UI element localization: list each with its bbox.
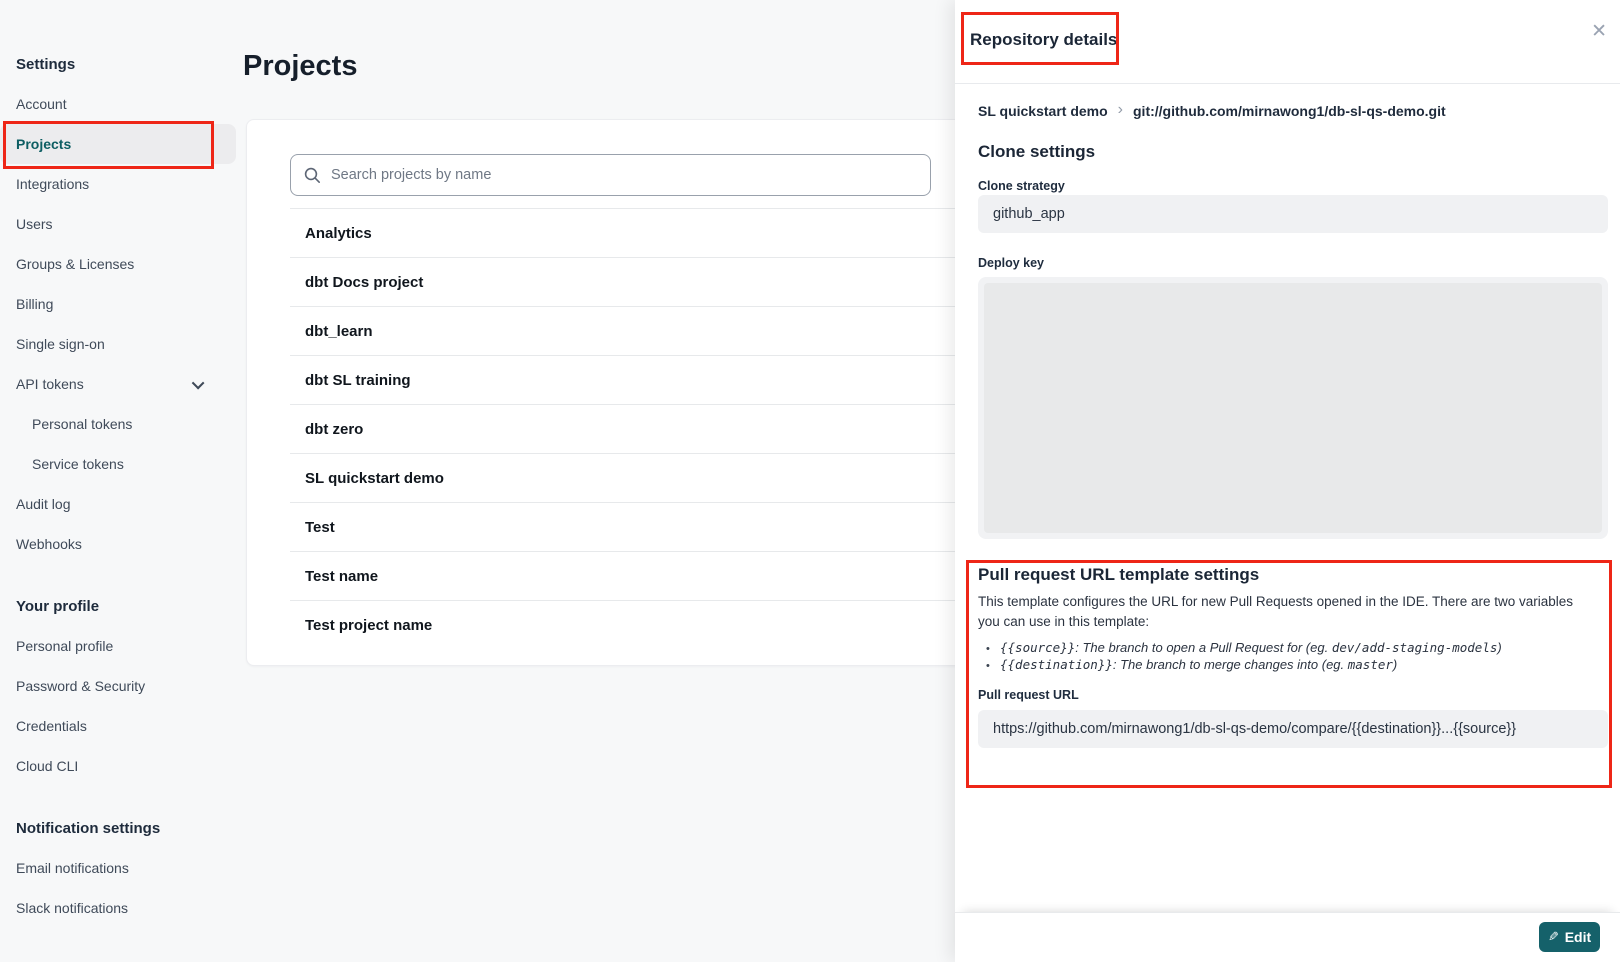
sidebar-item-label: Account xyxy=(16,96,67,112)
project-name: Test name xyxy=(305,568,378,585)
sidebar-item-audit-log[interactable]: Audit log xyxy=(0,484,240,524)
settings-sidebar: SettingsAccountProjectsIntegrationsUsers… xyxy=(0,44,240,928)
sidebar-item-label: Personal profile xyxy=(16,638,113,654)
sidebar-heading: Settings xyxy=(0,44,240,84)
page-title: Projects xyxy=(243,50,357,83)
clone-strategy-label: Clone strategy xyxy=(978,179,1065,193)
project-name: Test xyxy=(305,519,335,536)
pencil-icon: ✎ xyxy=(1548,931,1559,944)
project-name: Test project name xyxy=(305,617,432,634)
deploy-key-label: Deploy key xyxy=(978,256,1044,270)
app-root: Settings Account Projects Integrations Users… xyxy=(0,0,1620,962)
sidebar-item-billing[interactable]: Billing xyxy=(0,284,240,324)
sidebar-item-cloud-cli[interactable]: Cloud CLI xyxy=(0,746,240,786)
clone-strategy-value: github_app xyxy=(993,206,1065,222)
close-icon[interactable]: ✕ xyxy=(1591,22,1607,41)
sidebar-item-label: Users xyxy=(16,216,53,232)
sidebar-item-label: Credentials xyxy=(16,718,87,734)
chevron-right-icon: › xyxy=(1118,102,1123,118)
sidebar-item-integrations[interactable]: Integrations xyxy=(0,164,240,204)
repository-details-panel: Repository details ✕ SL quickstart demo … xyxy=(955,0,1620,962)
search-input[interactable] xyxy=(331,167,930,183)
deploy-key-value-redacted xyxy=(984,283,1602,533)
sidebar-item-webhooks[interactable]: Webhooks xyxy=(0,524,240,564)
annotation-box-repository-details xyxy=(961,12,1119,65)
breadcrumb-repo-url: git://github.com/mirnawong1/db-sl-qs-dem… xyxy=(1133,103,1446,119)
project-name: Analytics xyxy=(305,225,372,242)
sidebar-heading: Your profile xyxy=(0,586,240,626)
project-name: dbt zero xyxy=(305,421,363,438)
sidebar-section: Your profile Personal profile Password & S… xyxy=(0,586,240,786)
project-name: dbt Docs project xyxy=(305,274,423,291)
sidebar-item-personal-profile[interactable]: Personal profile xyxy=(0,626,240,666)
edit-button[interactable]: ✎ Edit xyxy=(1539,922,1600,952)
deploy-key-field[interactable] xyxy=(978,277,1608,539)
sidebar-item-label: Personal tokens xyxy=(32,416,132,432)
search-icon xyxy=(304,167,321,184)
clone-settings-heading: Clone settings xyxy=(978,142,1095,162)
sidebar-item-label: Password & Security xyxy=(16,678,145,694)
project-name: SL quickstart demo xyxy=(305,470,444,487)
project-name: dbt SL training xyxy=(305,372,411,389)
chevron-down-icon xyxy=(192,376,205,389)
sidebar-item-label: Single sign-on xyxy=(16,336,105,352)
annotation-box-pr-template xyxy=(966,560,1612,788)
sidebar-item-label: Cloud CLI xyxy=(16,758,78,774)
search-box[interactable] xyxy=(290,154,931,196)
edit-button-label: Edit xyxy=(1565,929,1591,945)
sidebar-item-label: Integrations xyxy=(16,176,89,192)
sidebar-item-label: Service tokens xyxy=(32,456,124,472)
sidebar-item-label: Groups & Licenses xyxy=(16,256,134,272)
sidebar-item-service-tokens[interactable]: Service tokens xyxy=(0,444,240,484)
sidebar-item-users[interactable]: Users xyxy=(0,204,240,244)
sidebar-item-slack-notifications[interactable]: Slack notifications xyxy=(0,888,240,928)
sidebar-item-groups-licenses[interactable]: Groups & Licenses xyxy=(0,244,240,284)
clone-strategy-field: github_app xyxy=(978,195,1608,233)
sidebar-item-credentials[interactable]: Credentials xyxy=(0,706,240,746)
panel-footer: ✎ Edit xyxy=(955,912,1620,962)
breadcrumb: SL quickstart demo › git://github.com/mi… xyxy=(978,103,1446,119)
breadcrumb-project: SL quickstart demo xyxy=(978,103,1108,119)
sidebar-item-label: Email notifications xyxy=(16,860,129,876)
sidebar-item-label: Audit log xyxy=(16,496,70,512)
sidebar-item-account[interactable]: Account xyxy=(0,84,240,124)
sidebar-item-single-sign-on[interactable]: Single sign-on xyxy=(0,324,240,364)
sidebar-item-label: Slack notifications xyxy=(16,900,128,916)
sidebar-item-api-tokens[interactable]: API tokens xyxy=(0,364,240,404)
sidebar-item-label: Billing xyxy=(16,296,53,312)
annotation-box-projects xyxy=(3,121,214,169)
sidebar-item-label: API tokens xyxy=(16,376,84,392)
sidebar-section: Notification settings Email notifications… xyxy=(0,808,240,928)
sidebar-heading: Notification settings xyxy=(0,808,240,848)
sidebar-item-email-notifications[interactable]: Email notifications xyxy=(0,848,240,888)
sidebar-item-personal-tokens[interactable]: Personal tokens xyxy=(0,404,240,444)
sidebar-item-label: Webhooks xyxy=(16,536,82,552)
sidebar-item-password-security[interactable]: Password & Security xyxy=(0,666,240,706)
project-name: dbt_learn xyxy=(305,323,373,340)
